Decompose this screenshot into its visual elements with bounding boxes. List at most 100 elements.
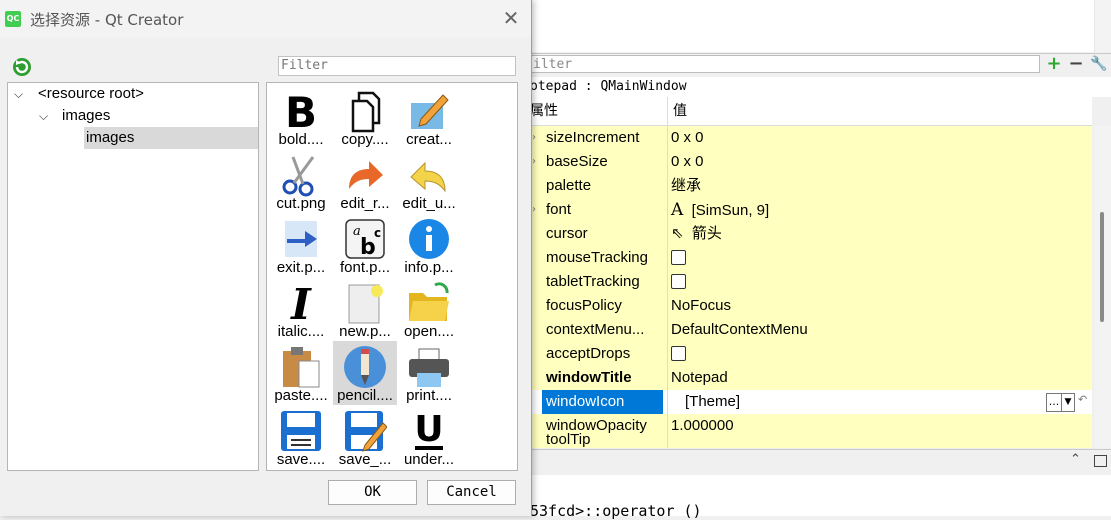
property-table-header: 属性 值 [530, 97, 1092, 126]
resource-item[interactable]: I italic.... [269, 277, 333, 341]
property-value[interactable]: ⇖ 箭头 [671, 222, 722, 246]
paste-icon [283, 347, 320, 388]
remove-property-icon[interactable]: − [1067, 55, 1085, 73]
property-name: baseSize [546, 153, 608, 170]
expand-arrow-icon[interactable]: › [532, 198, 536, 222]
resource-item[interactable]: info.p... [397, 213, 461, 277]
cancel-button[interactable]: Cancel [427, 480, 516, 505]
property-value[interactable]: 0 x 0 [671, 126, 704, 150]
resource-icon-grid[interactable]: B bold.... copy.... creat... cut.png edi… [266, 82, 518, 471]
dropdown-arrow-icon[interactable]: ▼ [1061, 393, 1075, 412]
save-icon [281, 411, 321, 451]
tree-node-images-selected[interactable]: images [86, 127, 134, 149]
resource-item[interactable]: new.p... [333, 277, 397, 341]
resource-item[interactable]: exit.p... [269, 213, 333, 277]
property-row[interactable]: palette 继承 [530, 174, 1092, 199]
property-name: font [546, 201, 572, 218]
output-code-line: 53fcd>::operator () [530, 502, 702, 520]
property-name: toolTip [546, 431, 591, 448]
property-row[interactable]: focusPolicy NoFocus [530, 294, 1092, 319]
property-name: tabletTracking [546, 273, 640, 290]
property-row[interactable]: › font A [SimSun, 9] [530, 198, 1092, 223]
exit-icon [285, 221, 317, 257]
resource-item[interactable]: creat... [397, 85, 461, 149]
property-row[interactable]: windowTitle Notepad [530, 366, 1092, 391]
close-icon[interactable]: ✕ [500, 7, 522, 29]
resource-item[interactable]: U under... [397, 405, 461, 469]
browse-button[interactable]: ... [1046, 393, 1062, 412]
resource-item[interactable]: edit_u... [397, 149, 461, 213]
property-name: cursor [546, 225, 588, 242]
pencil-icon [344, 346, 386, 388]
dialog-title: 选择资源 - Qt Creator [30, 11, 184, 29]
property-value[interactable]: NoFocus [671, 294, 731, 318]
close-pane-icon[interactable] [1094, 455, 1107, 467]
chevron-down-icon[interactable]: ⌵ [39, 105, 48, 127]
tablet-tracking-checkbox[interactable] [671, 273, 686, 289]
reload-icon[interactable] [11, 56, 33, 78]
tree-node-images[interactable]: images [62, 105, 110, 127]
open-icon [409, 282, 449, 321]
property-value[interactable]: DefaultContextMenu [671, 318, 808, 342]
font-glyph-icon: A [671, 200, 684, 220]
resource-item[interactable]: copy.... [333, 85, 397, 149]
property-row[interactable]: acceptDrops [530, 342, 1092, 367]
svg-text:I: I [290, 281, 312, 325]
resource-item[interactable]: save_... [333, 405, 397, 469]
resource-item[interactable]: cut.png [269, 149, 333, 213]
editor-top-area [530, 0, 1111, 52]
property-row[interactable]: › sizeIncrement 0 x 0 [530, 126, 1092, 151]
property-value[interactable]: 继承 [671, 174, 701, 198]
object-class-label: otepad : QMainWindow [530, 77, 1111, 97]
property-name: windowTitle [546, 369, 632, 386]
property-name: acceptDrops [546, 345, 631, 362]
property-value[interactable]: 1.000000 [671, 414, 734, 438]
property-name: sizeIncrement [546, 129, 640, 146]
property-row-selected[interactable]: windowIcon [Theme] ... ▼ ↶ [530, 390, 1092, 415]
resource-tree[interactable]: ⌵ <resource root> ⌵ images images [7, 82, 259, 471]
property-row[interactable]: › baseSize 0 x 0 [530, 150, 1092, 175]
header-property: 属性 [530, 97, 668, 125]
underline-icon: U [414, 409, 444, 450]
italic-icon: I [290, 281, 312, 325]
maximize-chevron-icon[interactable]: ⌃ [1070, 452, 1081, 467]
add-dynamic-property-icon[interactable]: + [1045, 55, 1063, 73]
accept-drops-checkbox[interactable] [671, 345, 686, 361]
resource-item-selected[interactable]: pencil.... [333, 341, 397, 405]
tree-node-root[interactable]: <resource root> [38, 83, 144, 105]
property-scrollbar[interactable] [1094, 126, 1111, 448]
property-row[interactable]: tabletTracking [530, 270, 1092, 295]
property-row[interactable]: contextMenu... DefaultContextMenu [530, 318, 1092, 343]
ok-button[interactable]: OK [328, 480, 417, 505]
property-row[interactable]: mouseTracking [530, 246, 1092, 271]
expand-arrow-icon[interactable]: › [532, 150, 536, 174]
resource-item[interactable]: print.... [397, 341, 461, 405]
editor-top-scrollbar[interactable] [1094, 0, 1111, 52]
info-icon [409, 219, 449, 259]
configure-wrench-icon[interactable]: 🔧 [1090, 55, 1108, 73]
resource-filter-input[interactable]: Filter [278, 56, 516, 76]
resource-item[interactable]: paste.... [269, 341, 333, 405]
mouse-tracking-checkbox[interactable] [671, 249, 686, 265]
property-row[interactable]: windowOpacity 1.000000 [530, 414, 1092, 439]
resource-item[interactable]: edit_r... [333, 149, 397, 213]
print-icon [409, 348, 449, 387]
output-pane-toolbar: ⌃ [530, 449, 1111, 476]
resource-item[interactable]: B bold.... [269, 85, 333, 149]
resource-item[interactable]: open.... [397, 277, 461, 341]
qt-creator-logo-icon: QC [5, 11, 21, 27]
property-value[interactable]: Notepad [671, 366, 728, 390]
svg-text:B: B [285, 89, 317, 133]
chevron-down-icon[interactable]: ⌵ [14, 83, 23, 105]
create-icon [411, 94, 449, 129]
resource-item[interactable]: abc font.p... [333, 213, 397, 277]
property-filter-input[interactable]: ilter [530, 55, 1040, 73]
expand-arrow-icon[interactable]: › [532, 126, 536, 150]
property-value[interactable]: A [SimSun, 9] [671, 198, 769, 222]
resource-item[interactable]: save.... [269, 405, 333, 469]
property-value[interactable]: 0 x 0 [671, 150, 704, 174]
property-value[interactable]: [Theme] [685, 390, 740, 414]
reset-icon[interactable]: ↶ [1078, 393, 1087, 406]
property-row[interactable]: cursor ⇖ 箭头 [530, 222, 1092, 247]
property-row[interactable]: toolTip [530, 431, 1092, 448]
